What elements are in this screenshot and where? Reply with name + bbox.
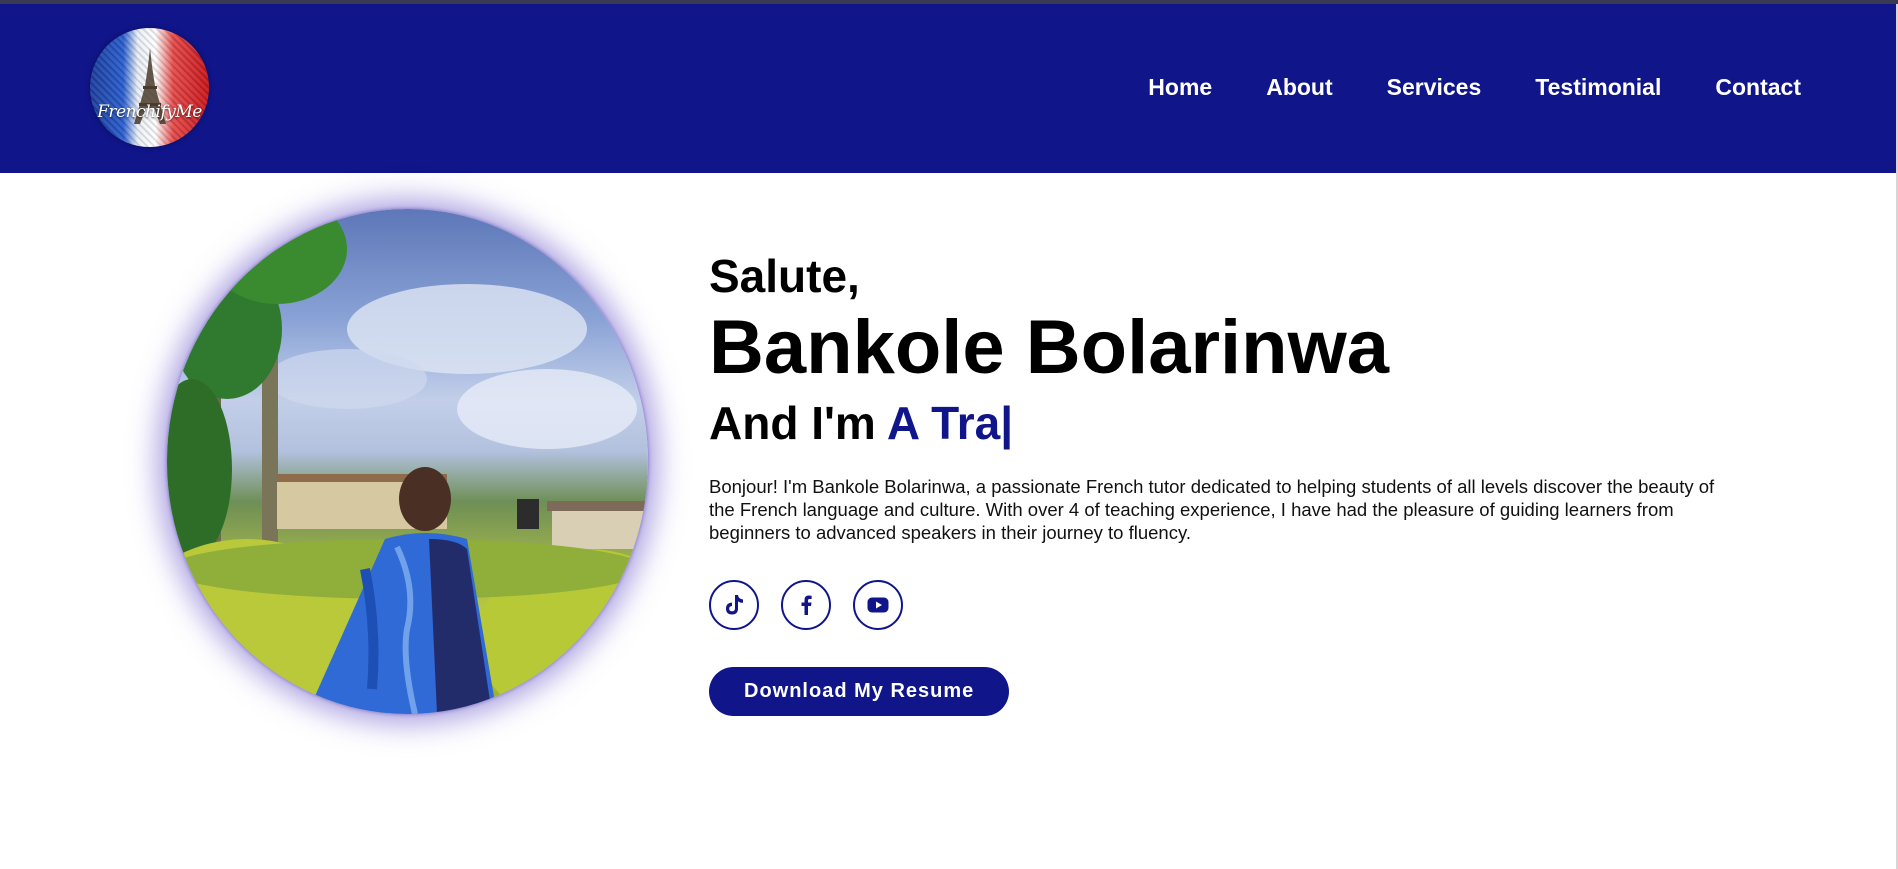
role-prefix: And I'm [709,397,887,449]
profile-photo-scene [167,209,648,714]
nav-contact[interactable]: Contact [1715,74,1801,101]
youtube-icon [867,597,889,613]
site-header: FrenchifyMe Home About Services Testimon… [0,4,1896,173]
nav-testimonial[interactable]: Testimonial [1535,74,1661,101]
nav-home[interactable]: Home [1148,74,1212,101]
facebook-icon [801,595,812,615]
logo-text: FrenchifyMe [97,102,202,122]
greeting-heading: Salute, [709,250,860,302]
tiktok-icon [726,595,743,615]
facebook-link[interactable] [781,580,831,630]
nav-about[interactable]: About [1266,74,1332,101]
download-resume-button[interactable]: Download My Resume [709,667,1010,716]
role-heading: And I'm A Tra| [709,392,1739,454]
profile-photo [167,209,648,714]
site-logo[interactable]: FrenchifyMe [90,28,209,147]
bio-paragraph: Bonjour! I'm Bankole Bolarinwa, a passio… [709,476,1715,543]
main-nav: Home About Services Testimonial Contact [1148,74,1801,101]
social-links [709,580,1739,630]
tiktok-link[interactable] [709,580,759,630]
youtube-link[interactable] [853,580,903,630]
nav-services[interactable]: Services [1387,74,1482,101]
name-heading: Bankole Bolarinwa [709,305,1389,390]
hero-section: Salute, Bankole Bolarinwa And I'm A Tra|… [709,248,1739,716]
role-typed-text: A Tra| [886,397,1014,449]
